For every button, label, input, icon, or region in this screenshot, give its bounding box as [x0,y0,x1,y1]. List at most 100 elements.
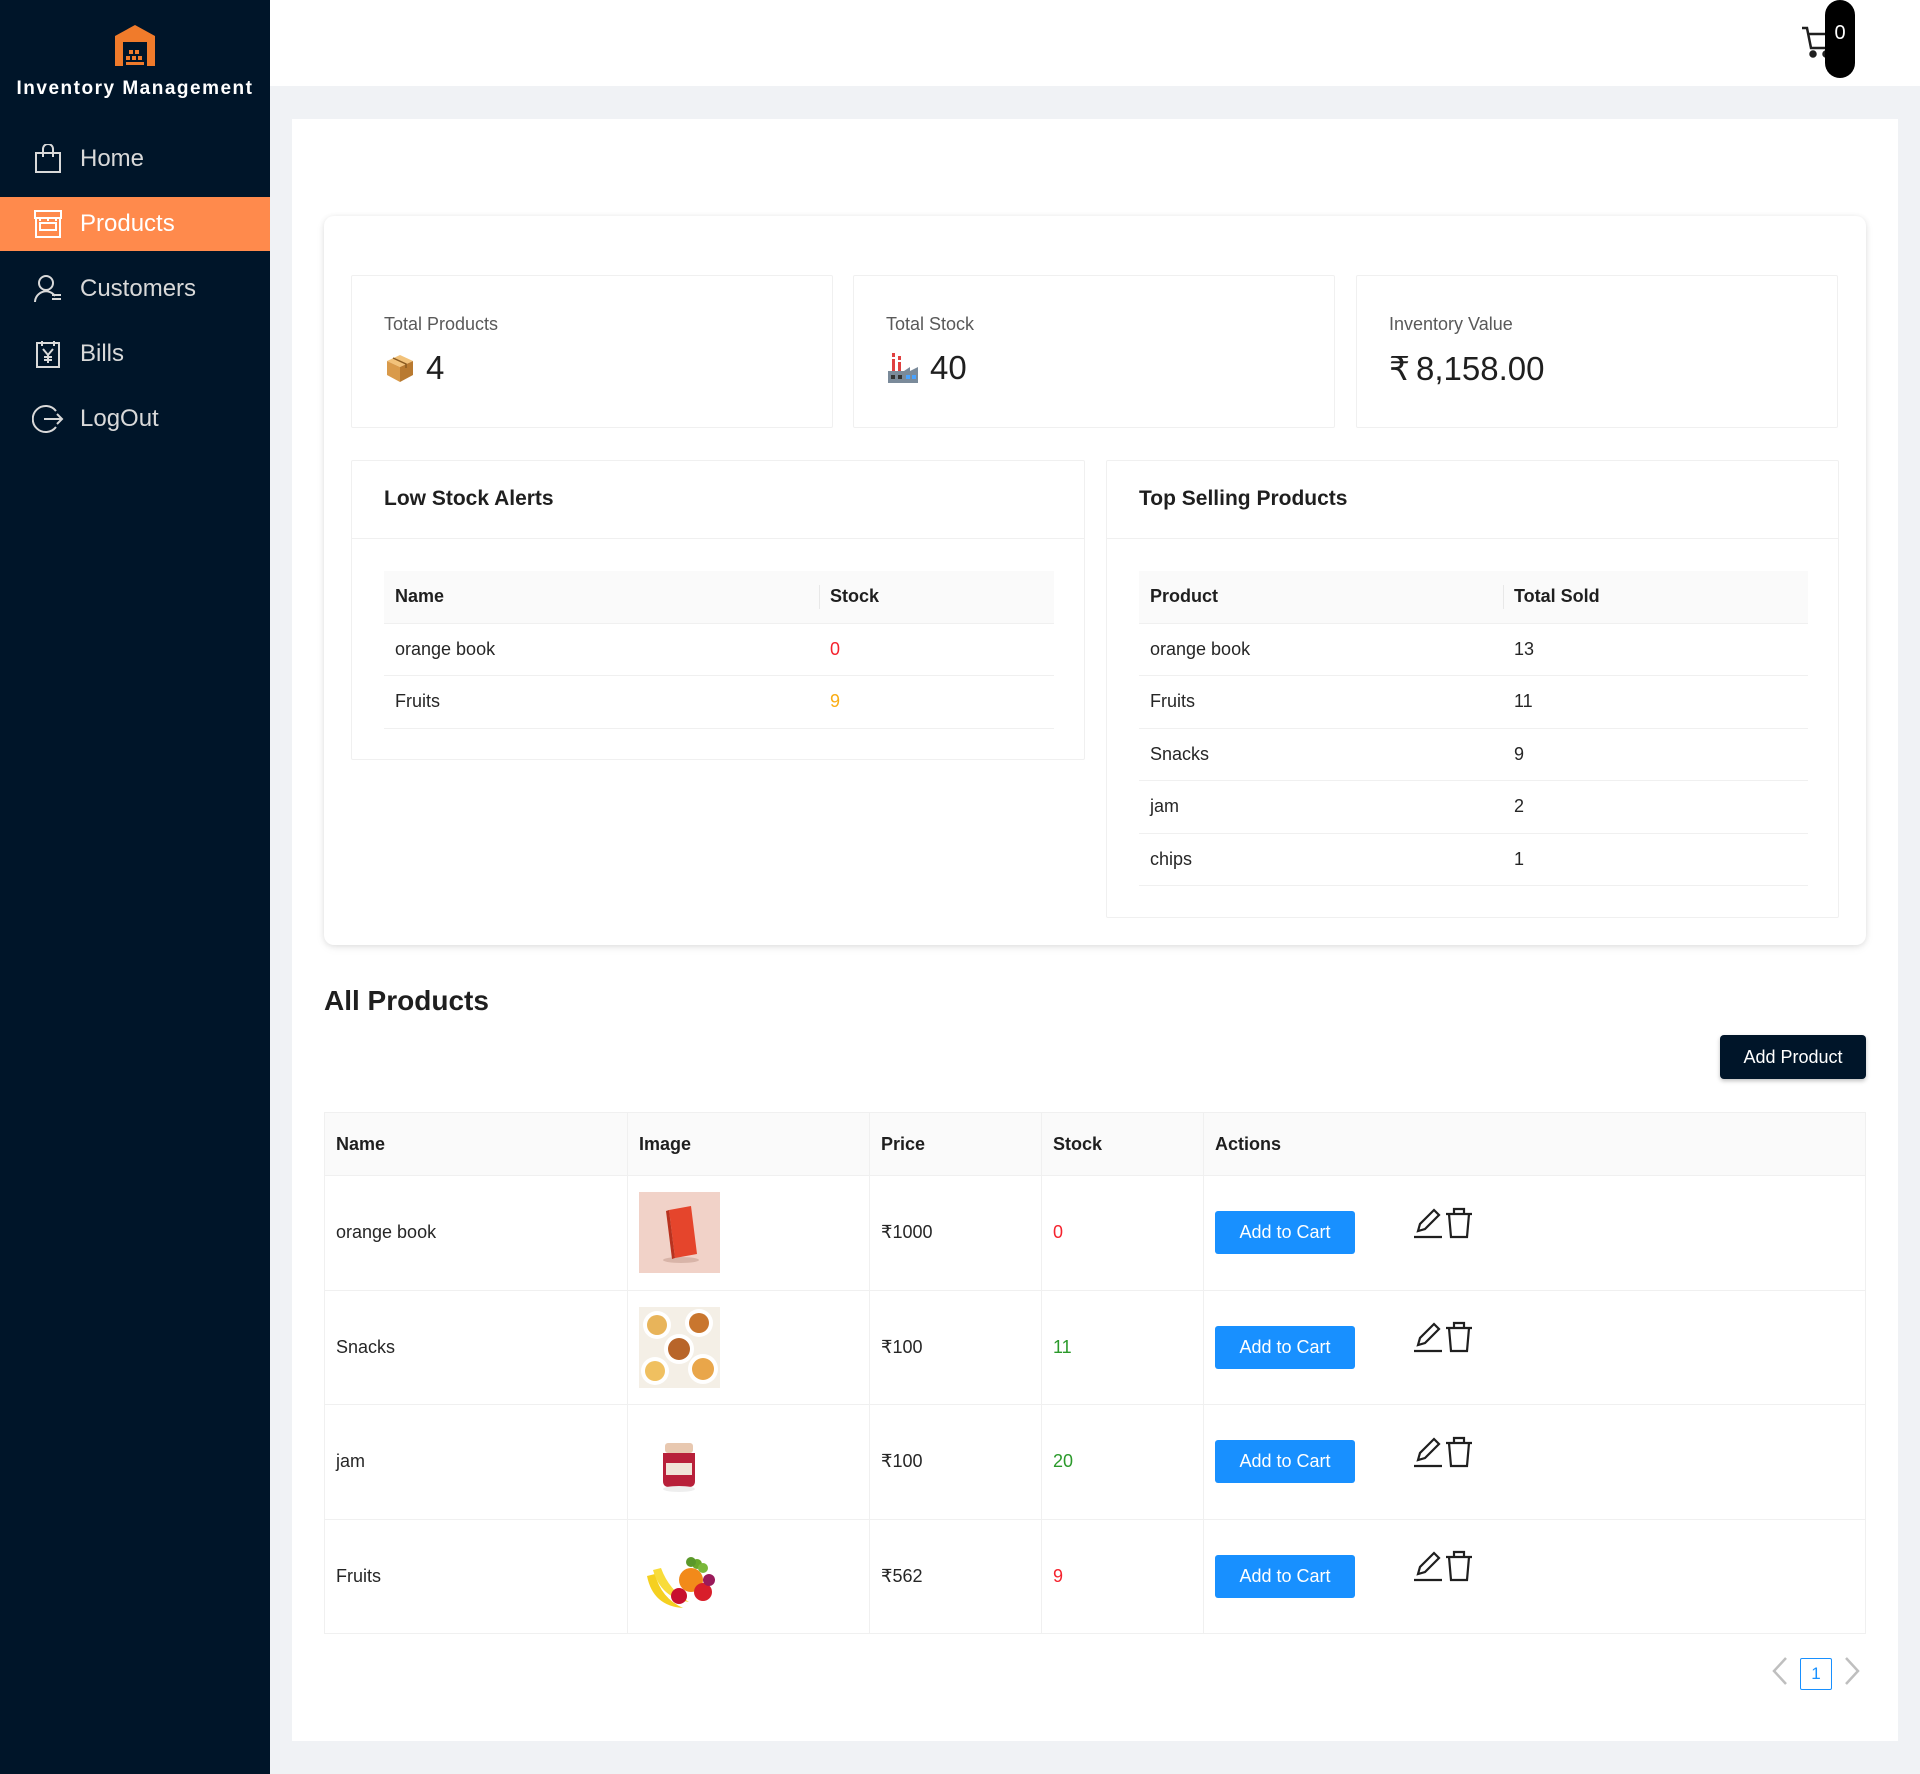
table-row: Fruits 11 [1139,675,1808,729]
product-image-snacks [639,1306,720,1388]
sidebar-item-label: Home [80,145,145,172]
panel-title: Top Selling Products [1107,461,1838,539]
stat-inventory-value: Inventory Value ₹ 8,158.00 [1356,275,1838,428]
edit-icon[interactable] [1412,1321,1444,1353]
sidebar-item-products[interactable]: Products [0,197,270,251]
stat-title: Total Stock [886,314,975,334]
cell-price: ₹1000 [869,1175,1042,1291]
sidebar-item-customers[interactable]: Customers [0,262,270,316]
column-header: Name [384,571,819,624]
column-header: Price [869,1112,1042,1176]
warehouse-icon [115,25,155,66]
product-image-fruits [639,1535,720,1617]
sidebar-item-label: Customers [80,275,197,302]
low-stock-panel: Low Stock Alerts Name Stock orange book … [351,460,1085,760]
column-header: Total Sold [1503,571,1808,624]
stat-total-stock: Total Stock 40 [853,275,1335,428]
table-row: chips 1 [1139,833,1808,886]
cell-stock: 20 [1041,1404,1204,1520]
column-header: Stock [1041,1112,1204,1176]
table-row: orange book ₹1000 0 Add to Cart [324,1175,1866,1291]
add-to-cart-button[interactable]: Add to Cart [1215,1211,1355,1255]
chevron-right-icon[interactable] [1840,1655,1864,1692]
cart-count-badge: 0 [1825,0,1855,78]
cell-name: Snacks [324,1290,628,1405]
shop-icon [32,208,64,240]
edit-icon[interactable] [1412,1436,1444,1468]
cell-sold: 11 [1503,675,1808,729]
sidebar-item-label: Bills [80,340,125,367]
cell-product: Snacks [1139,728,1503,781]
stat-value: 40 [930,349,967,386]
products-table: Name Image Price Stock Actions orange bo… [324,1112,1866,1634]
shopping-bag-icon [32,143,64,175]
stat-value: 4 [426,349,445,386]
table-row: Snacks ₹100 11 Add to Cart [324,1290,1866,1405]
stat-title: Total Products [384,314,499,334]
top-bar: 0 [270,0,1920,86]
low-stock-table: Name Stock orange book 0 Fruits 9 [384,571,1054,729]
cell-stock: 11 [1041,1290,1204,1405]
panel-title: Low Stock Alerts [352,461,1084,539]
cell-product: orange book [1139,623,1503,676]
cell-name: jam [324,1404,628,1520]
delete-icon[interactable] [1444,1436,1474,1468]
delete-icon[interactable] [1444,1207,1474,1239]
table-row: Fruits ₹562 9 Add to Cart [324,1519,1866,1634]
stat-total-products: Total Products 4 [351,275,833,428]
cell-stock: 9 [1041,1519,1204,1634]
sidebar-item-home[interactable]: Home [0,132,270,186]
stat-value: 8,158.00 [1416,349,1545,387]
top-selling-panel: Top Selling Products Product Total Sold … [1106,460,1839,918]
sidebar-item-label: Products [80,210,175,237]
top-selling-table: Product Total Sold orange book 13 Fruits… [1139,571,1808,886]
product-image-book [639,1192,720,1274]
delete-icon[interactable] [1444,1550,1474,1582]
delete-icon[interactable] [1444,1321,1474,1353]
table-row: jam ₹100 20 Add to Cart [324,1404,1866,1520]
section-title: All Products [324,985,489,1016]
column-header: Stock [819,571,1054,624]
cell-name: Fruits [384,675,819,729]
sidebar-menu: Home Products Customers Bills LogOut [0,132,270,446]
cell-sold: 2 [1503,780,1808,834]
table-row: Fruits 9 [384,675,1054,729]
cell-stock: 0 [819,623,1054,676]
edit-icon[interactable] [1412,1207,1444,1239]
sidebar-item-bills[interactable]: Bills [0,327,270,381]
column-header: Image [627,1112,870,1176]
factory-icon [886,351,920,385]
package-icon [384,352,416,384]
cell-stock: 9 [819,675,1054,729]
table-row: Snacks 9 [1139,728,1808,781]
sidebar-item-logout[interactable]: LogOut [0,392,270,446]
app-title: Inventory Management [16,78,254,99]
add-to-cart-button[interactable]: Add to Cart [1215,1440,1355,1484]
cell-price: ₹562 [869,1519,1042,1634]
column-header: Product [1139,571,1503,624]
column-header: Name [324,1112,628,1176]
dashboard-card: Total Products 4 Total Stock 40 Inventor… [324,216,1866,945]
add-product-button[interactable]: Add Product [1720,1035,1866,1079]
cell-name: orange book [384,623,819,676]
cell-sold: 13 [1503,623,1808,676]
edit-icon[interactable] [1412,1550,1444,1582]
cell-name: orange book [324,1175,628,1291]
account-book-icon [32,338,64,370]
cell-product: jam [1139,780,1503,834]
user-icon [32,273,64,305]
table-row: orange book 0 [384,623,1054,676]
pagination: 1 [1768,1655,1864,1692]
cell-sold: 9 [1503,728,1808,781]
cell-stock: 0 [1041,1175,1204,1291]
brand: Inventory Management [0,0,270,112]
add-to-cart-button[interactable]: Add to Cart [1215,1554,1355,1598]
add-to-cart-button[interactable]: Add to Cart [1215,1325,1355,1369]
currency-prefix: ₹ [1389,350,1410,387]
page-number[interactable]: 1 [1800,1657,1832,1690]
chevron-left-icon[interactable] [1768,1655,1792,1692]
sidebar-item-label: LogOut [80,405,159,432]
cell-price: ₹100 [869,1290,1042,1405]
sidebar: Inventory Management Home Products Custo… [0,0,270,1774]
stat-title: Inventory Value [1389,314,1513,334]
